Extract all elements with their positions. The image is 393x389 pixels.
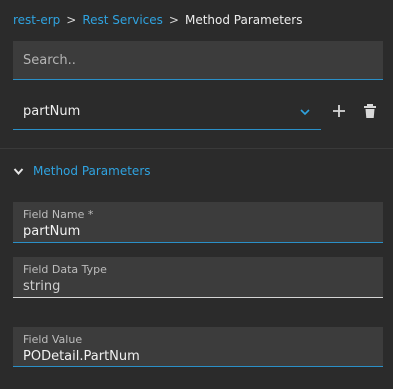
field-value-input[interactable]: Field Value PODetail.PartNum [13,327,383,367]
chevron-down-icon [13,168,24,176]
field-name-value: partNum [23,224,81,239]
breadcrumb: rest-erp > Rest Services > Method Parameters [13,12,302,28]
field-value-value: PODetail.PartNum [23,349,140,364]
parameter-select[interactable]: partNum [13,94,321,130]
field-value-label: Field Value [23,333,83,346]
field-data-type-input[interactable]: Field Data Type string [13,257,383,298]
method-parameters-panel: rest-erp > Rest Services > Method Parameters… [0,0,393,389]
plus-icon[interactable] [331,103,347,119]
breadcrumb-link-rest-services[interactable]: Rest Services [82,13,163,27]
breadcrumb-separator: > [66,13,77,27]
trash-icon[interactable] [362,103,378,119]
search-input[interactable] [23,41,373,79]
chevron-down-icon [300,109,310,116]
breadcrumb-current: Method Parameters [184,13,303,27]
field-data-type-label: Field Data Type [23,263,107,276]
field-data-type-value: string [23,279,61,294]
breadcrumb-separator: > [168,13,179,27]
field-name-label: Field Name * [23,208,94,221]
breadcrumb-link-rest-erp[interactable]: rest-erp [13,13,60,27]
search-box [13,41,383,80]
section-title: Method Parameters [33,164,151,178]
field-name-input[interactable]: Field Name * partNum [13,202,383,243]
divider [0,148,393,149]
parameter-select-value: partNum [23,104,81,119]
